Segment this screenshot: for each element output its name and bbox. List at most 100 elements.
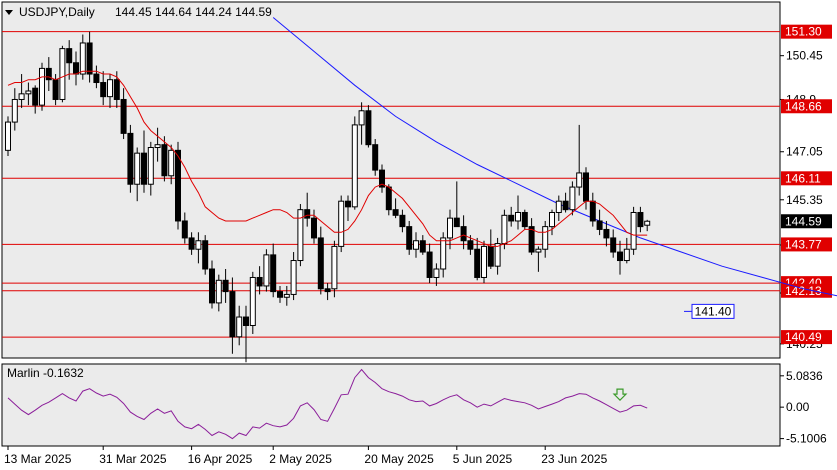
candle-body (168, 149, 175, 177)
symbol-period: USDJPY,Daily (19, 5, 95, 19)
candle-body (399, 214, 406, 228)
candle-body (413, 240, 419, 250)
candle-body (487, 245, 494, 267)
candle-body (147, 147, 154, 185)
candle-body (637, 211, 644, 228)
candle-body (5, 121, 11, 151)
candle-body (447, 217, 453, 239)
candle-body (453, 217, 460, 228)
candle-body (474, 248, 481, 278)
candle-body (202, 240, 209, 270)
candle-body (576, 172, 583, 188)
candle-body (460, 226, 467, 242)
candle-body (32, 87, 39, 106)
candle-body (481, 245, 487, 278)
candle-body (351, 124, 358, 208)
candle-body (141, 152, 147, 185)
candle-body (215, 279, 222, 304)
candle-body (542, 226, 549, 250)
x-tick-label: 16 Apr 2025 (188, 452, 253, 466)
candle-body (569, 186, 576, 211)
candle-body (79, 42, 86, 75)
candle-body (338, 200, 345, 247)
candle-body (610, 237, 617, 253)
candle-body (222, 279, 229, 293)
candle-body (154, 144, 161, 149)
candle-body (419, 240, 426, 253)
candle-body (311, 217, 317, 239)
candle-body (25, 90, 32, 95)
candle-body (345, 200, 351, 208)
indicator-plot-area (1, 363, 781, 447)
candle-body (583, 172, 589, 202)
candle-body (521, 211, 528, 228)
candle-body (358, 110, 365, 126)
candle-body (467, 240, 474, 250)
x-tick-label: 23 Jun 2025 (541, 452, 607, 466)
candle-body (134, 152, 141, 185)
candle-body (603, 228, 610, 239)
candle-body (440, 237, 447, 270)
y-tick-label: 147.05 (786, 145, 823, 159)
candle-body (11, 98, 18, 123)
level-label: 140.49 (785, 330, 822, 344)
indicator-tick-label: -5.1006 (786, 432, 827, 446)
candle-body (617, 251, 623, 262)
candle-body (515, 211, 521, 222)
candle-body (392, 209, 399, 216)
chart-window: 150.45148.9147.05145.35143.75142.05140.2… (0, 0, 837, 470)
candle-body (39, 67, 45, 106)
indicator-tick-label: 0.00 (786, 400, 810, 414)
candle-body (263, 254, 270, 287)
candle-body (494, 243, 501, 267)
blue-ma-label: 141.40 (695, 304, 732, 318)
level-label: 146.11 (785, 171, 821, 185)
candle-body (317, 237, 324, 290)
candle-body (181, 220, 188, 239)
candle-body (93, 73, 100, 84)
candle-body (175, 149, 181, 222)
indicator-tick-label: 5.0836 (786, 369, 823, 383)
candle-body (18, 93, 25, 100)
candle-body (555, 200, 562, 213)
price-chart[interactable]: 150.45148.9147.05145.35143.75142.05140.2… (0, 0, 837, 470)
candle-body (304, 209, 311, 219)
candle-body (59, 48, 66, 100)
x-tick-label: 13 Mar 2025 (4, 452, 72, 466)
candle-body (623, 248, 630, 262)
candle-body (549, 211, 555, 228)
candle-body (501, 214, 508, 245)
candle-body (406, 226, 413, 250)
candle-body (365, 110, 372, 146)
candle-body (630, 211, 637, 250)
candle-body (372, 144, 379, 171)
candle-body (66, 48, 73, 64)
y-tick-label: 145.35 (786, 193, 823, 207)
candle-body (426, 251, 433, 278)
candle-body (385, 186, 392, 211)
ohlc-values: 144.45 144.64 144.24 144.59 (115, 5, 272, 19)
candle-body (589, 200, 596, 222)
candle-body (107, 79, 113, 98)
indicator-name-value: Marlin -0.1632 (7, 366, 84, 380)
level-label: 143.77 (785, 237, 822, 251)
level-label: 142.13 (785, 284, 822, 298)
candle-body (508, 214, 515, 222)
y-tick-label: 150.45 (786, 49, 823, 63)
candle-body (120, 98, 127, 134)
candle-body (596, 220, 603, 230)
candle-body (188, 237, 195, 250)
level-label: 151.30 (785, 25, 822, 39)
candle-body (324, 288, 331, 293)
x-tick-label: 2 May 2025 (269, 452, 332, 466)
candle-body (236, 316, 243, 338)
candle-body (195, 240, 202, 250)
candle-body (277, 291, 283, 298)
candle-body (243, 316, 249, 327)
candle-body (86, 42, 93, 75)
candle-body (535, 248, 542, 253)
candle-body (562, 200, 569, 211)
level-label: 148.66 (785, 99, 822, 113)
candle-body (161, 144, 168, 177)
candle-body (113, 79, 120, 100)
